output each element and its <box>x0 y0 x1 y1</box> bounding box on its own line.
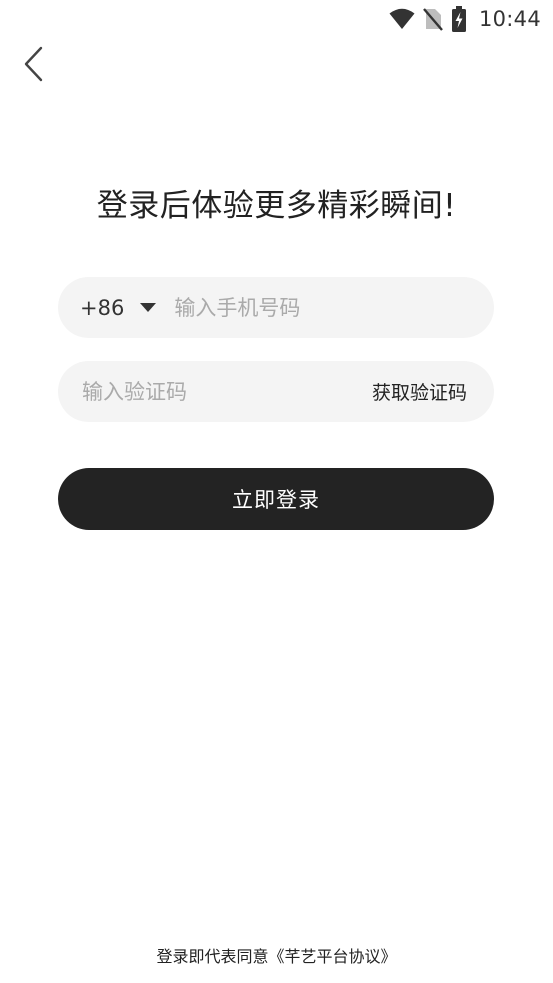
no-sim-icon <box>423 7 443 31</box>
caret-down-icon <box>140 303 157 312</box>
agreement-link[interactable]: 《芊艺平台协议》 <box>269 947 397 966</box>
country-code: +86 <box>80 295 125 320</box>
verification-code-input[interactable] <box>82 379 372 404</box>
agreement-text: 登录即代表同意《芊艺平台协议》 <box>0 943 553 967</box>
status-icons: 10:44 <box>389 6 541 32</box>
country-code-selector[interactable]: +86 <box>80 295 157 320</box>
get-code-button[interactable]: 获取验证码 <box>372 378 467 405</box>
phone-field: +86 <box>58 277 494 338</box>
page-title: 登录后体验更多精彩瞬间! <box>96 188 457 224</box>
battery-charging-icon <box>451 6 467 32</box>
login-button[interactable]: 立即登录 <box>58 468 494 530</box>
login-page: 10:44 登录后体验更多精彩瞬间! +86 获取验证码 立即登录 登录即代表同… <box>0 0 553 983</box>
status-bar: 10:44 <box>0 0 553 40</box>
agreement-prefix: 登录即代表同意 <box>156 947 269 966</box>
phone-input[interactable] <box>174 295 494 320</box>
verification-code-field: 获取验证码 <box>58 361 494 422</box>
chevron-left-icon <box>23 46 45 86</box>
back-button[interactable] <box>14 44 54 88</box>
wifi-icon <box>389 8 415 30</box>
status-time: 10:44 <box>478 7 541 31</box>
